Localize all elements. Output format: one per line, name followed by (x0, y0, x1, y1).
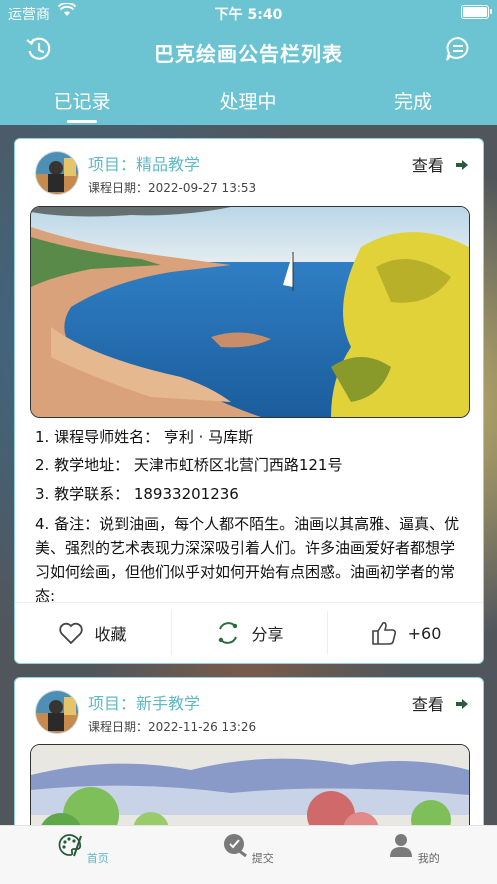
status-bar: 运营商 下午 5:40 (0, 0, 497, 24)
nav-home-label: 首页 (86, 852, 109, 865)
view-label: 查看 (411, 156, 444, 175)
tab-completed[interactable]: 完成 (353, 87, 473, 114)
course-date: 课程日期：2022-11-26 13:26 (88, 720, 257, 734)
like-count: +60 (407, 623, 442, 643)
tab-processing[interactable]: 处理中 (188, 87, 308, 114)
page-title: 巴克绘画公告栏列表 (154, 42, 343, 66)
teaching-contact: 3. 教学联系： 18933201236 (35, 485, 239, 503)
arrow-right-icon (456, 699, 468, 709)
arrow-right-icon (456, 160, 468, 170)
nav-profile[interactable]: 我的 (354, 832, 474, 866)
like-button[interactable]: +60 (328, 603, 483, 663)
nav-submit-label: 提交 (251, 852, 274, 865)
tab-indicator (67, 120, 97, 123)
tab-bar: 已记录 处理中 完成 (0, 82, 497, 125)
palette-icon (58, 834, 83, 857)
painting-image (30, 206, 470, 418)
submit-icon (224, 834, 248, 858)
card-actions: 收藏 分享 +60 (15, 602, 483, 663)
clock: 下午 5:40 (214, 7, 283, 23)
share-label: 分享 (251, 625, 284, 644)
bottom-tab-bar: 首页 提交 我的 (0, 825, 497, 884)
nav-home[interactable]: 首页 (23, 832, 143, 866)
title-bar: 巴克绘画公告栏列表 (0, 28, 497, 72)
share-button[interactable]: 分享 (172, 603, 327, 663)
avatar (35, 151, 79, 195)
view-label: 查看 (411, 695, 444, 714)
message-icon[interactable] (443, 34, 473, 64)
tab-recorded[interactable]: 已记录 (22, 87, 142, 114)
note-text: 4. 备注：说到油画，每个人都不陌生。油画以其高雅、逼真、优美、强烈的艺术表现力… (35, 515, 460, 605)
favorite-button[interactable]: 收藏 (15, 603, 170, 663)
share-icon (219, 622, 238, 644)
battery-icon (461, 5, 492, 19)
nav-submit[interactable]: 提交 (188, 832, 308, 866)
project-title: 项目：新手教学 (88, 694, 201, 713)
view-link[interactable]: 查看 (412, 152, 469, 176)
avatar (35, 690, 79, 734)
post-card: 项目：新手教学 课程日期：2022-11-26 13:26 查看 (14, 677, 484, 839)
favorite-label: 收藏 (94, 625, 127, 644)
post-card: 项目：精品教学 课程日期：2022-09-27 13:53 查看 1. 课程导师… (14, 138, 484, 664)
teaching-address: 2. 教学地址： 天津市虹桥区北营门西路121号 (35, 456, 343, 474)
profile-icon (390, 834, 413, 857)
teacher-name: 1. 课程导师姓名： 亨利 · 马库斯 (35, 428, 254, 446)
course-date: 课程日期：2022-09-27 13:53 (88, 181, 257, 195)
nav-profile-label: 我的 (417, 852, 440, 865)
heart-icon (59, 622, 84, 645)
project-title: 项目：精品教学 (88, 155, 201, 174)
header: 运营商 下午 5:40 巴克绘画公告栏列表 已记录 处理中 完成 (0, 0, 497, 125)
thumbs-up-icon (371, 622, 396, 645)
view-link[interactable]: 查看 (412, 691, 469, 715)
